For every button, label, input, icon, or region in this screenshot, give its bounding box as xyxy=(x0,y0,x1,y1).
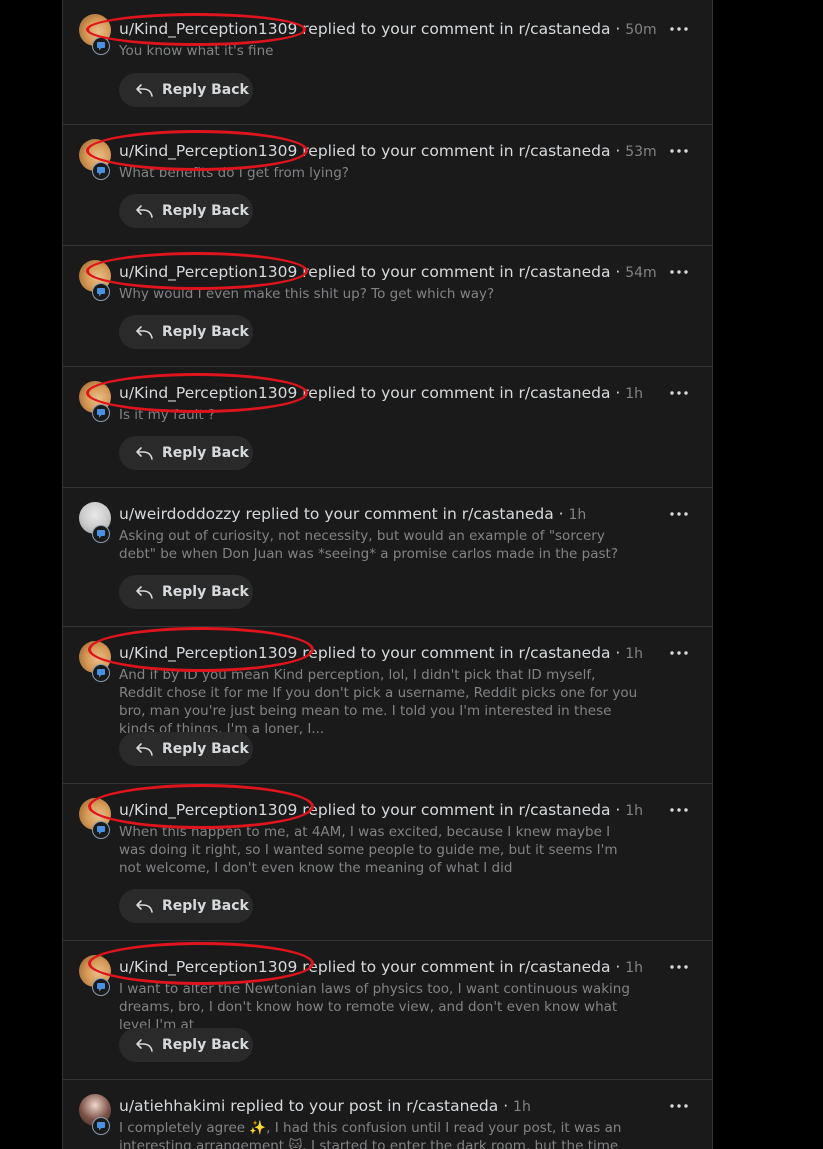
reply-back-button[interactable]: Reply Back xyxy=(119,575,253,609)
username[interactable]: u/Kind_Perception1309 xyxy=(119,263,297,281)
timestamp: 54m xyxy=(625,265,657,281)
reply-back-label: Reply Back xyxy=(162,898,249,914)
reply-back-button[interactable]: Reply Back xyxy=(119,436,253,470)
timestamp: 1h xyxy=(625,646,644,662)
reply-back-label: Reply Back xyxy=(162,584,249,600)
username[interactable]: u/Kind_Perception1309 xyxy=(119,644,297,662)
notification-item[interactable]: u/Kind_Perception1309 replied to your co… xyxy=(63,627,712,784)
more-options-icon[interactable] xyxy=(667,799,691,821)
timestamp: 50m xyxy=(625,22,657,38)
notification-action: replied to your comment in r/castaneda xyxy=(245,505,554,523)
reply-back-button[interactable]: Reply Back xyxy=(119,1028,253,1062)
chat-bubble-icon xyxy=(92,664,110,682)
notification-body: You know what it's fine xyxy=(119,43,274,59)
notification-header: u/Kind_Perception1309 replied to your co… xyxy=(119,644,644,662)
username[interactable]: u/Kind_Perception1309 xyxy=(119,142,297,160)
notification-action: replied to your comment in r/castaneda xyxy=(302,384,611,402)
notification-action: replied to your comment in r/castaneda xyxy=(302,958,611,976)
notification-action: replied to your comment in r/castaneda xyxy=(302,644,611,662)
notification-item[interactable]: u/weirdoddozzy replied to your comment i… xyxy=(63,488,712,627)
reply-arrow-icon xyxy=(135,446,154,460)
notification-item[interactable]: u/Kind_Perception1309 replied to your co… xyxy=(63,367,712,488)
more-options-icon[interactable] xyxy=(667,140,691,162)
chat-bubble-icon xyxy=(92,283,110,301)
notification-body: Is it my fault ? xyxy=(119,407,216,423)
reply-arrow-icon xyxy=(135,83,154,97)
chat-bubble-icon xyxy=(92,162,110,180)
reply-back-button[interactable]: Reply Back xyxy=(119,732,253,766)
chat-bubble-icon xyxy=(92,37,110,55)
more-options-icon[interactable] xyxy=(667,503,691,525)
notification-body: Asking out of curiosity, not necessity, … xyxy=(119,528,618,562)
notification-header: u/Kind_Perception1309 replied to your co… xyxy=(119,958,644,976)
more-options-icon[interactable] xyxy=(667,261,691,283)
reply-back-label: Reply Back xyxy=(162,741,249,757)
notification-action: replied to your post in r/castaneda xyxy=(230,1097,499,1115)
reply-back-label: Reply Back xyxy=(162,82,249,98)
timestamp: 1h xyxy=(625,386,644,402)
reply-arrow-icon xyxy=(135,325,154,339)
username[interactable]: u/Kind_Perception1309 xyxy=(119,20,297,38)
chat-bubble-icon xyxy=(92,525,110,543)
chat-bubble-icon xyxy=(92,404,110,422)
notification-header: u/Kind_Perception1309 replied to your co… xyxy=(119,142,657,160)
notification-header: u/Kind_Perception1309 replied to your co… xyxy=(119,263,657,281)
timestamp: 1h xyxy=(625,803,644,819)
notification-item[interactable]: u/Kind_Perception1309 replied to your co… xyxy=(63,784,712,941)
reply-arrow-icon xyxy=(135,899,154,913)
notification-body: What benefits do I get from lying? xyxy=(119,165,349,181)
notification-item[interactable]: u/atiehhakimi replied to your post in r/… xyxy=(63,1080,712,1149)
more-options-icon[interactable] xyxy=(667,18,691,40)
username[interactable]: u/Kind_Perception1309 xyxy=(119,801,297,819)
username[interactable]: u/atiehhakimi xyxy=(119,1097,225,1115)
reply-arrow-icon xyxy=(135,1038,154,1052)
more-options-icon[interactable] xyxy=(667,642,691,664)
chat-bubble-icon xyxy=(92,978,110,996)
notification-action: replied to your comment in r/castaneda xyxy=(302,142,611,160)
notification-item[interactable]: u/Kind_Perception1309 replied to your co… xyxy=(63,246,712,367)
notification-body: I completely agree ✨, I had this confusi… xyxy=(119,1120,622,1149)
reply-arrow-icon xyxy=(135,204,154,218)
reply-arrow-icon xyxy=(135,742,154,756)
reply-arrow-icon xyxy=(135,585,154,599)
reply-back-button[interactable]: Reply Back xyxy=(119,315,253,349)
timestamp: 1h xyxy=(625,960,644,976)
more-options-icon[interactable] xyxy=(667,956,691,978)
more-options-icon[interactable] xyxy=(667,1095,691,1117)
timestamp: 1h xyxy=(513,1099,531,1115)
notification-item[interactable]: u/Kind_Perception1309 replied to your co… xyxy=(63,941,712,1080)
notification-body: And if by ID you mean Kind perception, l… xyxy=(119,667,638,737)
reply-back-label: Reply Back xyxy=(162,324,249,340)
chat-bubble-icon xyxy=(92,1117,110,1135)
reply-back-button[interactable]: Reply Back xyxy=(119,889,253,923)
notification-header: u/weirdoddozzy replied to your comment i… xyxy=(119,505,587,523)
notification-header: u/Kind_Perception1309 replied to your co… xyxy=(119,384,644,402)
username[interactable]: u/weirdoddozzy xyxy=(119,505,241,523)
reply-back-label: Reply Back xyxy=(162,203,249,219)
notification-header: u/Kind_Perception1309 replied to your co… xyxy=(119,20,657,38)
notification-header: u/atiehhakimi replied to your post in r/… xyxy=(119,1097,531,1115)
username[interactable]: u/Kind_Perception1309 xyxy=(119,958,297,976)
more-options-icon[interactable] xyxy=(667,382,691,404)
chat-bubble-icon xyxy=(92,821,110,839)
notification-body: I want to alter the Newtonian laws of ph… xyxy=(119,981,630,1033)
reply-back-label: Reply Back xyxy=(162,1037,249,1053)
reply-back-button[interactable]: Reply Back xyxy=(119,194,253,228)
notification-item[interactable]: u/Kind_Perception1309 replied to your co… xyxy=(63,125,712,246)
timestamp: 1h xyxy=(568,507,587,523)
notification-action: replied to your comment in r/castaneda xyxy=(302,20,611,38)
username[interactable]: u/Kind_Perception1309 xyxy=(119,384,297,402)
notification-body: Why would I even make this shit up? To g… xyxy=(119,286,495,302)
notification-item[interactable]: u/Kind_Perception1309 replied to your co… xyxy=(63,0,712,125)
reply-back-label: Reply Back xyxy=(162,445,249,461)
notification-action: replied to your comment in r/castaneda xyxy=(302,263,611,281)
notification-action: replied to your comment in r/castaneda xyxy=(302,801,611,819)
notification-feed: u/Kind_Perception1309 replied to your co… xyxy=(62,0,713,1149)
notification-header: u/Kind_Perception1309 replied to your co… xyxy=(119,801,644,819)
notification-body: When this happen to me, at 4AM, I was ex… xyxy=(119,824,618,876)
timestamp: 53m xyxy=(625,144,657,160)
reply-back-button[interactable]: Reply Back xyxy=(119,73,253,107)
